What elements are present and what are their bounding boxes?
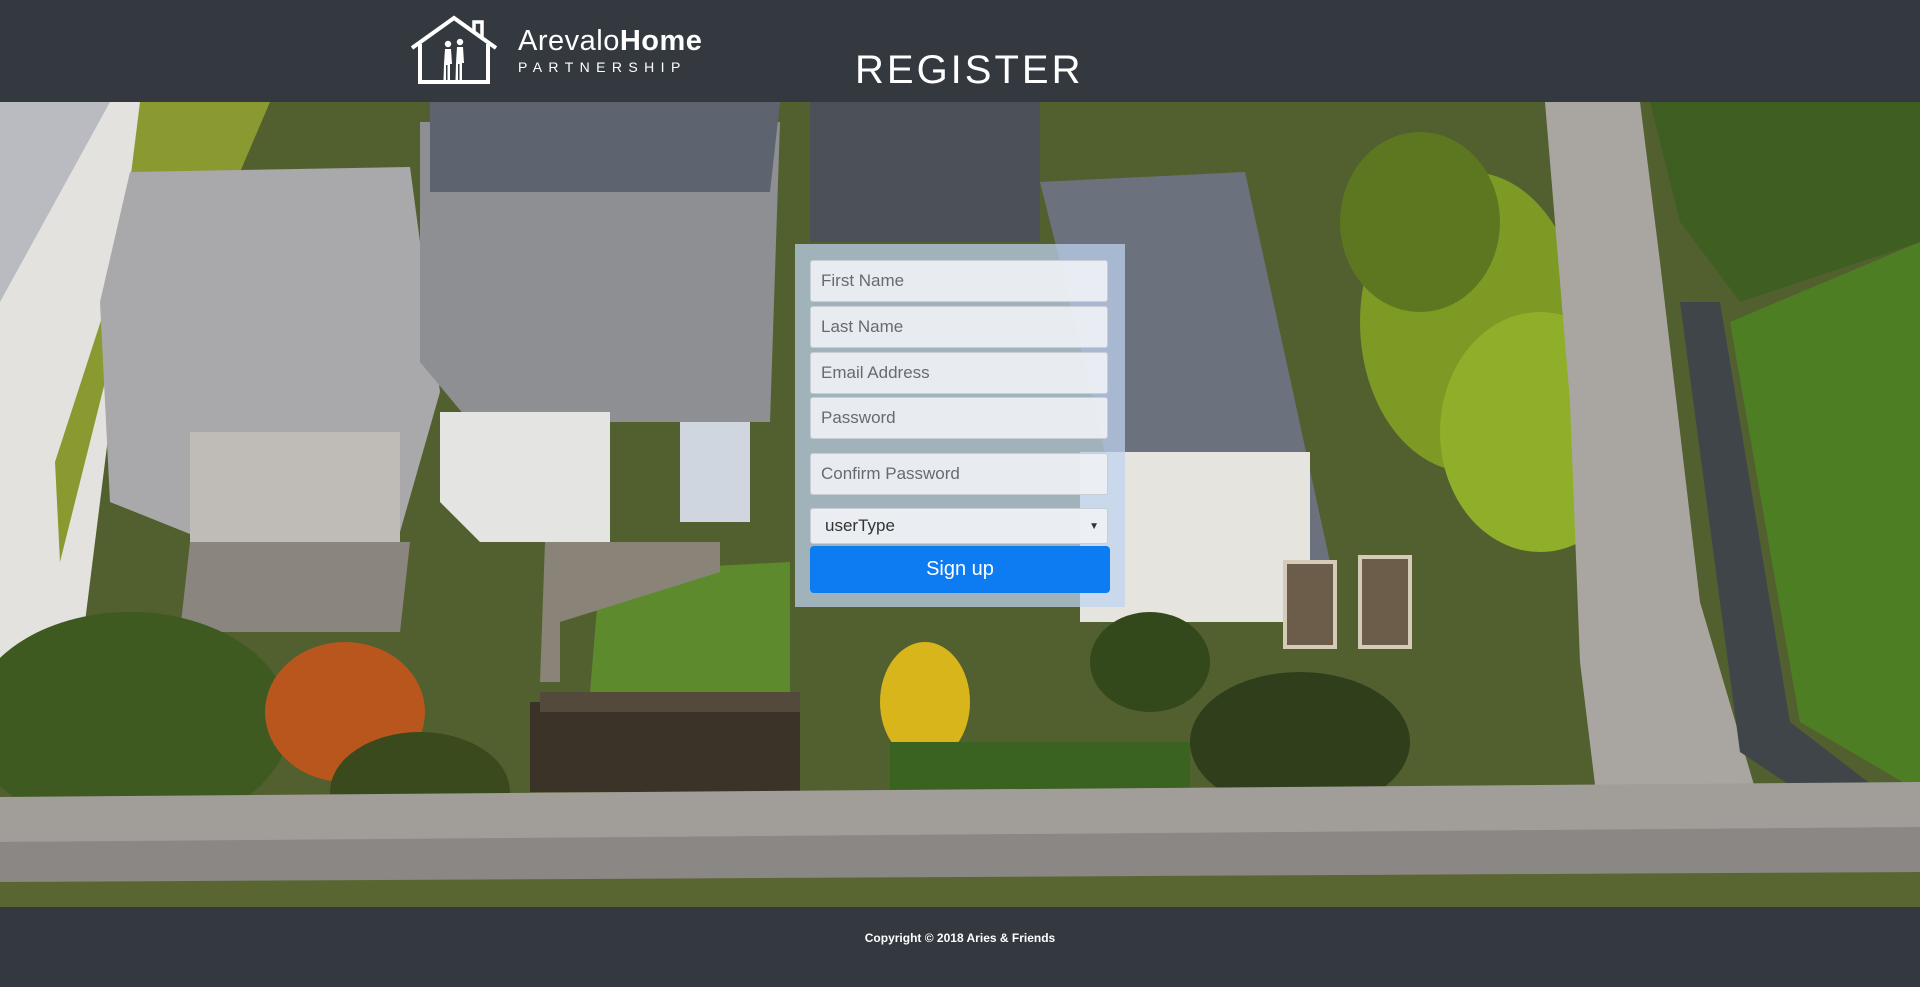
brand-name-bold: Home: [619, 24, 703, 57]
brand-name-light: Arevalo: [518, 24, 620, 57]
brand-name: ArevaloHome PARTNERSHIP: [518, 24, 703, 75]
first-name-input[interactable]: [810, 260, 1108, 302]
sign-up-button[interactable]: Sign up: [810, 546, 1110, 593]
password-input[interactable]: [810, 397, 1108, 439]
house-couple-icon: [410, 15, 498, 84]
register-form: userType ▼ Sign up: [795, 244, 1125, 607]
email-input[interactable]: [810, 352, 1108, 394]
footer-bar: Copyright © 2018 Aries & Friends: [0, 907, 1920, 987]
brand-tagline: PARTNERSHIP: [518, 58, 687, 75]
chevron-down-icon: ▼: [1089, 520, 1099, 532]
confirm-password-input[interactable]: [810, 453, 1108, 495]
user-type-select[interactable]: userType ▼: [810, 508, 1108, 544]
header-bar: ArevaloHome PARTNERSHIP REGISTER: [0, 0, 1920, 102]
page-title: REGISTER: [855, 48, 1084, 92]
register-page: ArevaloHome PARTNERSHIP REGISTER First N…: [0, 0, 1920, 987]
last-name-input[interactable]: [810, 306, 1108, 348]
brand-logo[interactable]: ArevaloHome PARTNERSHIP: [408, 14, 702, 86]
user-type-selected: userType: [825, 516, 895, 535]
copyright-text: Copyright © 2018 Aries & Friends: [864, 931, 1056, 945]
